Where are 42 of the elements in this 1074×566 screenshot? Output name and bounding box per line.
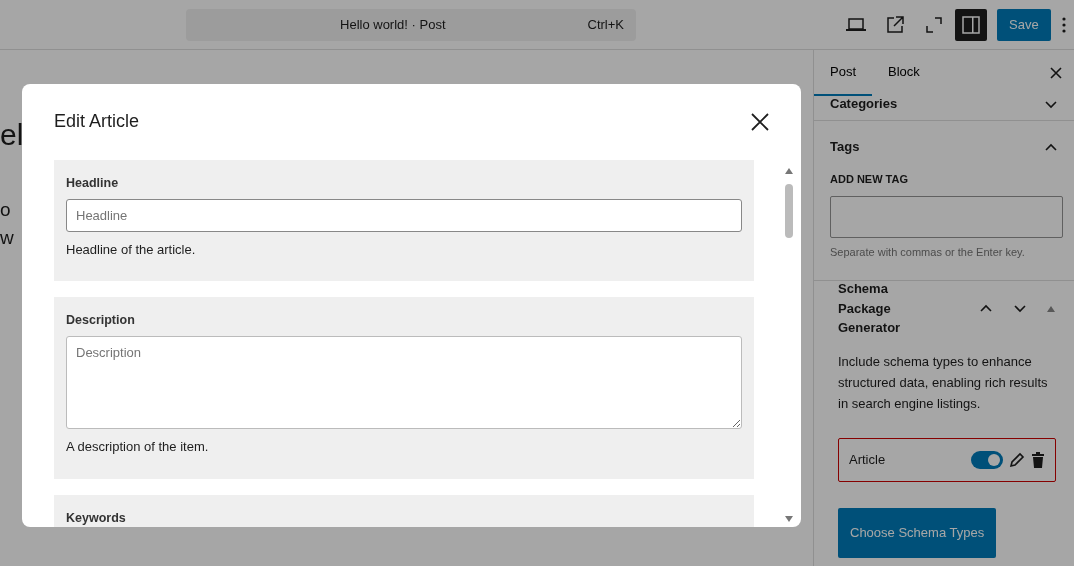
toggle-switch[interactable] (971, 450, 1003, 469)
panel-title: Tags (830, 138, 860, 157)
chevron-up-icon[interactable] (979, 303, 993, 314)
close-icon[interactable] (1050, 67, 1062, 79)
field-label: Headline (66, 175, 120, 192)
field-label: Description (66, 312, 136, 330)
save-button[interactable]: Save (997, 8, 1051, 41)
laptop-icon[interactable] (845, 17, 866, 32)
scrollbar-thumb[interactable] (785, 183, 793, 238)
field-label: ADD NEW TAG (830, 172, 909, 187)
close-icon[interactable] (751, 113, 769, 131)
external-link-icon[interactable] (885, 15, 904, 34)
field-label: Keywords (66, 509, 127, 527)
pencil-icon[interactable] (1009, 451, 1025, 468)
sidebar-icon[interactable] (962, 15, 981, 34)
tag-input-field[interactable] (830, 195, 1063, 238)
chevron-down-icon[interactable] (1044, 98, 1058, 110)
fullscreen-icon[interactable] (926, 16, 943, 33)
help-text: Headline of the article. (66, 240, 197, 259)
scroll-up-icon[interactable] (784, 166, 794, 175)
command-bar[interactable]: Hello world! · Post Ctrl+K (186, 8, 636, 41)
choose-schema-button[interactable]: Choose Schema Types (838, 507, 997, 558)
chevron-up-icon[interactable] (1044, 141, 1058, 153)
sidebar-tab[interactable]: Post (814, 50, 872, 96)
triangle-icon[interactable] (1046, 304, 1056, 313)
headline-input[interactable]: Headline (66, 198, 742, 232)
modal-title: Edit Article (54, 111, 140, 133)
editor-text: w (0, 228, 14, 247)
trash-icon[interactable] (1031, 451, 1045, 468)
panel-title: Schema Package Generator (838, 280, 902, 337)
more-options-icon[interactable] (1062, 16, 1066, 33)
editor-text: o (0, 200, 11, 219)
help-text: Separate with commas or the Enter key. (830, 245, 1026, 260)
panel-description: Include schema types to enhance structured data, enabling rich results in search engine listings. (838, 352, 1049, 413)
schema-name: Article (849, 450, 887, 469)
chevron-down-icon[interactable] (1012, 303, 1027, 314)
sidebar-tab[interactable]: Block (872, 50, 936, 96)
scroll-down-icon[interactable] (784, 515, 794, 523)
help-text: A description of the item. (66, 438, 210, 456)
description-textarea[interactable]: Description (66, 336, 742, 429)
editor-text: el (0, 120, 24, 150)
panel-title: Categories (830, 95, 898, 114)
